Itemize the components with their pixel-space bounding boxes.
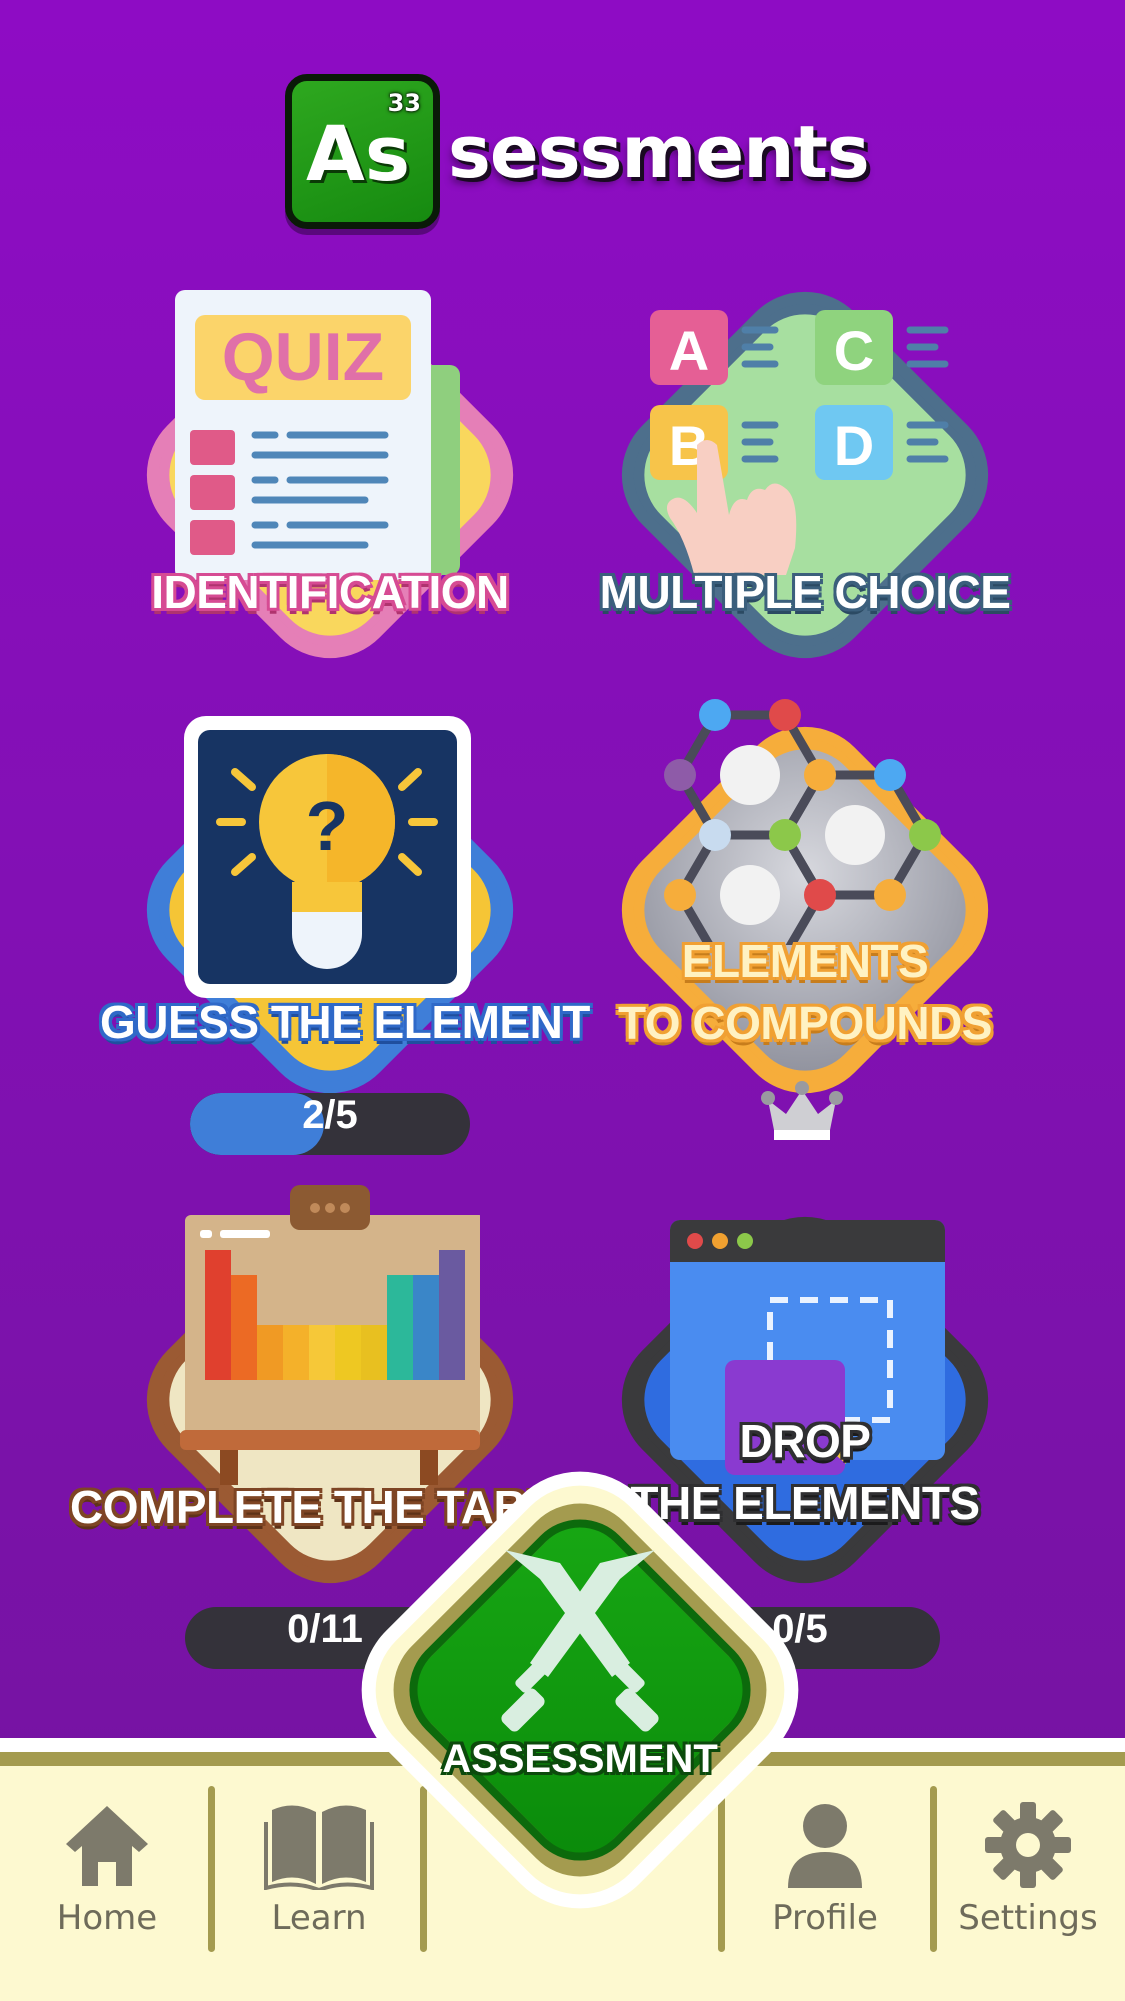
assessment-nav-button[interactable]: ASSESSMENT (345, 1455, 815, 1925)
mode-card-elements-to-compounds[interactable]: ELEMENTS TO COMPOUNDS (575, 695, 1035, 1125)
svg-text:A: A (669, 319, 709, 382)
guess-element-progress: 2/5 (190, 1093, 470, 1155)
mode-label: GUESS THE ELEMENT (100, 996, 590, 1048)
nav-home[interactable]: Home (22, 1800, 192, 1940)
mode-label-line2: TO COMPOUNDS (618, 997, 992, 1049)
lock-crown-icon (761, 1081, 843, 1140)
nav-settings[interactable]: Settings (943, 1800, 1113, 1940)
mode-label: MULTIPLE CHOICE (599, 566, 1011, 618)
crossed-swords-icon (501, 1550, 659, 1732)
nav-divider (930, 1786, 937, 1952)
element-symbol: As (306, 109, 411, 198)
mode-label: ELEMENTS TO COMPOUNDS (575, 930, 1035, 1054)
abcd-choices-icon: A C B D (650, 310, 949, 575)
mode-card-guess-element[interactable]: ? GUESS THE ELEMENT (100, 695, 590, 1125)
periodic-table-easel-icon (180, 1185, 480, 1485)
mode-card-identification[interactable]: QUIZ IDENTIFICATION (100, 260, 560, 690)
assessment-label: ASSESSMENT (442, 1737, 718, 1781)
progress-text: 2/5 (302, 1093, 358, 1137)
svg-text:C: C (834, 319, 874, 382)
gear-icon (985, 1802, 1071, 1888)
mode-label-line1: ELEMENTS (681, 935, 929, 987)
mode-card-multiple-choice[interactable]: A C B D MULTIPLE CHOICE (575, 260, 1035, 690)
page-header: 33 As sessments (0, 72, 1125, 232)
lightbulb-question-icon: ? (184, 716, 471, 998)
page-title: sessments (448, 110, 870, 194)
mode-label: IDENTIFICATION (151, 566, 509, 618)
nav-settings-label: Settings (958, 1898, 1098, 1938)
arsenic-element-tile: 33 As (285, 74, 440, 229)
quiz-sheet-icon: QUIZ (175, 290, 460, 580)
home-icon (66, 1806, 148, 1886)
svg-text:QUIZ: QUIZ (222, 319, 384, 395)
nav-home-label: Home (56, 1898, 158, 1938)
nav-divider (208, 1786, 215, 1952)
molecule-hexagon-icon (664, 699, 941, 945)
svg-text:D: D (834, 414, 874, 477)
svg-text:?: ? (306, 787, 349, 865)
